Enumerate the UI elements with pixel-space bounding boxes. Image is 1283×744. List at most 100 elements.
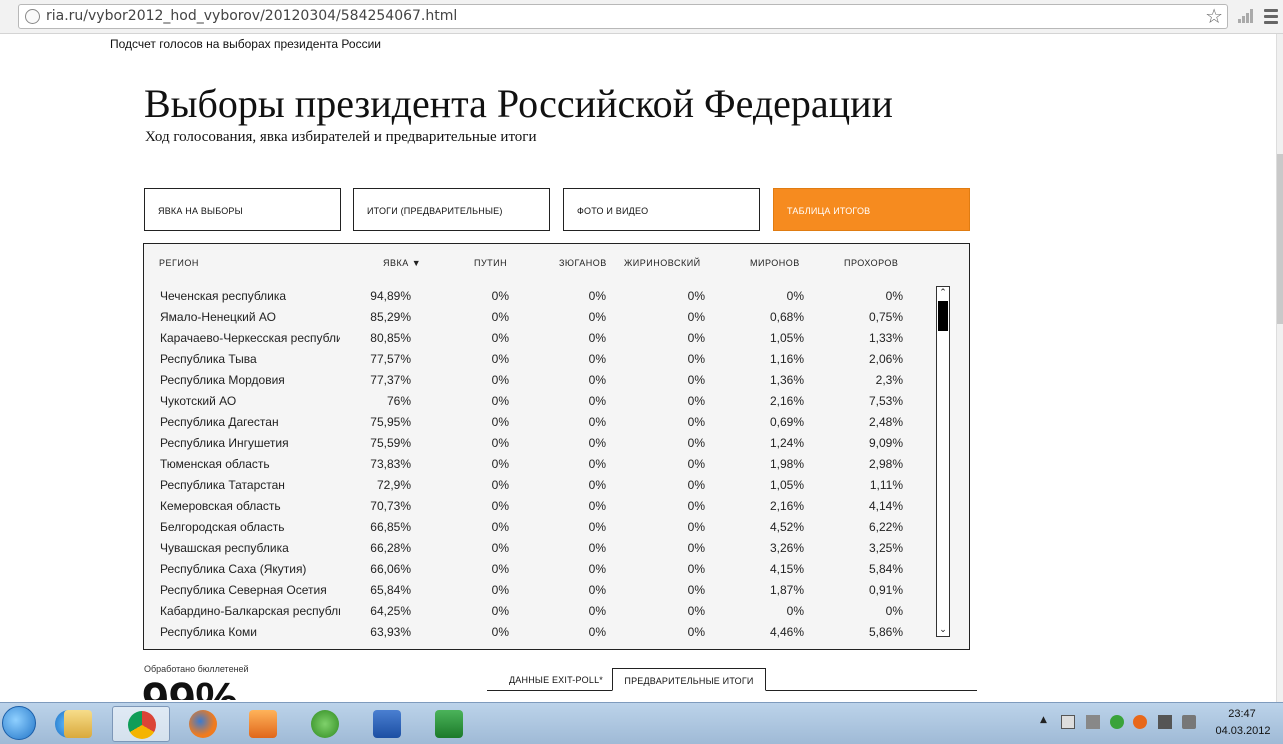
cell-turnout: 64,25% <box>370 604 411 618</box>
cell-zyuganov: 0% <box>588 373 606 387</box>
table-row[interactable]: Кабардино-Балкарская республика 64,25% 0% 0… <box>144 602 934 623</box>
browser-toolbar: ria.ru/vybor2012_hod_vyborov/20120304/58… <box>0 0 1283 34</box>
scroll-down-arrow-icon[interactable]: ⌄ <box>937 624 949 636</box>
cell-zyuganov: 0% <box>588 289 606 303</box>
cell-turnout: 76% <box>386 394 411 408</box>
table-row[interactable]: Ямало-Ненецкий АО 85,29% 0% 0% 0% 0,68% 0,75% <box>144 308 934 329</box>
table-row[interactable]: Республика Татарстан 72,9% 0% 0% 0% 1,05% 1,11… <box>144 476 934 497</box>
scroll-up-arrow-icon[interactable]: ⌃ <box>937 287 949 299</box>
cell-turnout: 72,9% <box>376 478 411 492</box>
cell-mironov: 2,16% <box>769 394 804 408</box>
cell-zyuganov: 0% <box>588 457 606 471</box>
word-icon[interactable] <box>358 706 416 742</box>
table-row[interactable]: Чукотский АО 76% 0% 0% 0% 2,16% 7,53% <box>144 392 934 413</box>
cell-region: Белгородская область <box>160 520 285 534</box>
table-row[interactable]: Чувашская республика 66,28% 0% 0% 0% 3,26% 3,2… <box>144 539 934 560</box>
start-button[interactable] <box>2 706 36 740</box>
table-body: Чеченская республика 94,89% 0% 0% 0% 0% 0% Ямал… <box>144 287 934 639</box>
tab-photo-video[interactable]: ФОТО И ВИДЕО <box>563 188 760 231</box>
results-table: РЕГИОН ЯВКА ▼ ПУТИН ЗЮГАНОВ ЖИРИНОВСКИЙ … <box>143 243 970 650</box>
cell-mironov: 1,05% <box>769 331 804 345</box>
firefox-icon[interactable] <box>174 706 232 742</box>
cell-putin: 0% <box>491 415 509 429</box>
cell-mironov: 1,16% <box>769 352 804 366</box>
page-scrollbar[interactable] <box>1276 34 1283 702</box>
cell-turnout: 66,06% <box>370 562 411 576</box>
table-row[interactable]: Кемеровская область 70,73% 0% 0% 0% 2,16% 4,14… <box>144 497 934 518</box>
header-prokhorov[interactable]: ПРОХОРОВ <box>844 258 898 268</box>
top-caption: Подсчет голосов на выборах президента Ро… <box>110 37 381 51</box>
cell-zhirinovsky: 0% <box>687 373 705 387</box>
cell-putin: 0% <box>491 583 509 597</box>
screen: ria.ru/vybor2012_hod_vyborov/20120304/58… <box>0 0 1283 744</box>
table-row[interactable]: Республика Мордовия 77,37% 0% 0% 0% 1,36% 2,3% <box>144 371 934 392</box>
device-icon[interactable] <box>1086 715 1100 729</box>
utorrent-icon[interactable] <box>296 706 354 742</box>
page-action-icon[interactable] <box>1238 9 1254 23</box>
cell-mironov: 4,46% <box>769 625 804 639</box>
update-icon[interactable] <box>1110 715 1124 729</box>
media-player-icon[interactable] <box>234 706 292 742</box>
cell-turnout: 75,95% <box>370 415 411 429</box>
cell-putin: 0% <box>491 625 509 639</box>
table-row[interactable]: Республика Коми 63,93% 0% 0% 0% 4,46% 5,86% <box>144 623 934 639</box>
cell-mironov: 0,68% <box>769 310 804 324</box>
table-scrollbar-thumb[interactable] <box>938 301 948 331</box>
antivirus-icon[interactable] <box>1133 715 1147 729</box>
tab-results-table[interactable]: ТАБЛИЦА ИТОГОВ <box>773 188 970 231</box>
table-row[interactable]: Республика Дагестан 75,95% 0% 0% 0% 0,69% 2,48… <box>144 413 934 434</box>
tab-preliminary-results[interactable]: ИТОГИ (ПРЕДВАРИТЕЛЬНЫЕ) <box>353 188 550 231</box>
taskbar: ▲ 23:47 04.03.2012 <box>0 702 1283 744</box>
chrome-icon[interactable] <box>112 706 170 742</box>
header-putin[interactable]: ПУТИН <box>474 258 507 268</box>
clock-time[interactable]: 23:47 <box>1222 708 1262 720</box>
excel-icon[interactable] <box>420 706 478 742</box>
header-mironov[interactable]: МИРОНОВ <box>750 258 800 268</box>
cell-zhirinovsky: 0% <box>687 520 705 534</box>
header-zhirinovsky[interactable]: ЖИРИНОВСКИЙ <box>624 258 701 268</box>
subtab-exit-poll[interactable]: ДАННЫЕ EXIT-POLL* <box>500 668 612 691</box>
menu-icon[interactable] <box>1263 7 1279 25</box>
table-row[interactable]: Чеченская республика 94,89% 0% 0% 0% 0% 0% <box>144 287 934 308</box>
subtab-preliminary-results[interactable]: ПРЕДВАРИТЕЛЬНЫЕ ИТОГИ <box>612 668 766 691</box>
cell-zyuganov: 0% <box>588 520 606 534</box>
tab-turnout[interactable]: ЯВКА НА ВЫБОРЫ <box>144 188 341 231</box>
header-turnout[interactable]: ЯВКА ▼ <box>383 258 421 268</box>
cell-mironov: 1,24% <box>769 436 804 450</box>
table-row[interactable]: Тюменская область 73,83% 0% 0% 0% 1,98% 2,98% <box>144 455 934 476</box>
cell-zhirinovsky: 0% <box>687 541 705 555</box>
address-bar[interactable]: ria.ru/vybor2012_hod_vyborov/20120304/58… <box>18 4 1228 29</box>
table-row[interactable]: Карачаево-Черкесская республика 80,85% 0% 0… <box>144 329 934 350</box>
file-explorer-icon[interactable] <box>50 706 108 742</box>
cell-zyuganov: 0% <box>588 415 606 429</box>
network-icon[interactable] <box>1158 715 1172 729</box>
cell-putin: 0% <box>491 436 509 450</box>
url-text[interactable]: ria.ru/vybor2012_hod_vyborov/20120304/58… <box>46 8 457 24</box>
bookmark-star-icon[interactable]: ☆ <box>1205 5 1223 28</box>
clock-date[interactable]: 04.03.2012 <box>1208 725 1278 737</box>
cell-zyuganov: 0% <box>588 394 606 408</box>
cell-prokhorov: 4,14% <box>868 499 903 513</box>
cell-putin: 0% <box>491 520 509 534</box>
show-hidden-icons-arrow-icon[interactable]: ▲ <box>1040 715 1054 729</box>
cell-putin: 0% <box>491 373 509 387</box>
header-region[interactable]: РЕГИОН <box>159 258 199 268</box>
action-center-flag-icon[interactable] <box>1061 715 1075 729</box>
cell-prokhorov: 3,25% <box>868 541 903 555</box>
table-row[interactable]: Республика Тыва 77,57% 0% 0% 0% 1,16% 2,06% <box>144 350 934 371</box>
page-scrollbar-thumb[interactable] <box>1277 154 1283 324</box>
table-row[interactable]: Республика Саха (Якутия) 66,06% 0% 0% 0% 4,15… <box>144 560 934 581</box>
volume-icon[interactable] <box>1182 715 1196 729</box>
table-row[interactable]: Республика Северная Осетия 65,84% 0% 0% 0% 1,… <box>144 581 934 602</box>
cell-putin: 0% <box>491 562 509 576</box>
cell-zyuganov: 0% <box>588 541 606 555</box>
cell-turnout: 94,89% <box>370 289 411 303</box>
table-row[interactable]: Республика Ингушетия 75,59% 0% 0% 0% 1,24% 9,0… <box>144 434 934 455</box>
cell-turnout: 65,84% <box>370 583 411 597</box>
table-scrollbar[interactable]: ⌃ ⌄ <box>936 286 950 637</box>
cell-zhirinovsky: 0% <box>687 394 705 408</box>
table-row[interactable]: Белгородская область 66,85% 0% 0% 0% 4,52% 6,2… <box>144 518 934 539</box>
header-zyuganov[interactable]: ЗЮГАНОВ <box>559 258 607 268</box>
cell-zhirinovsky: 0% <box>687 625 705 639</box>
cell-region: Республика Ингушетия <box>160 436 289 450</box>
